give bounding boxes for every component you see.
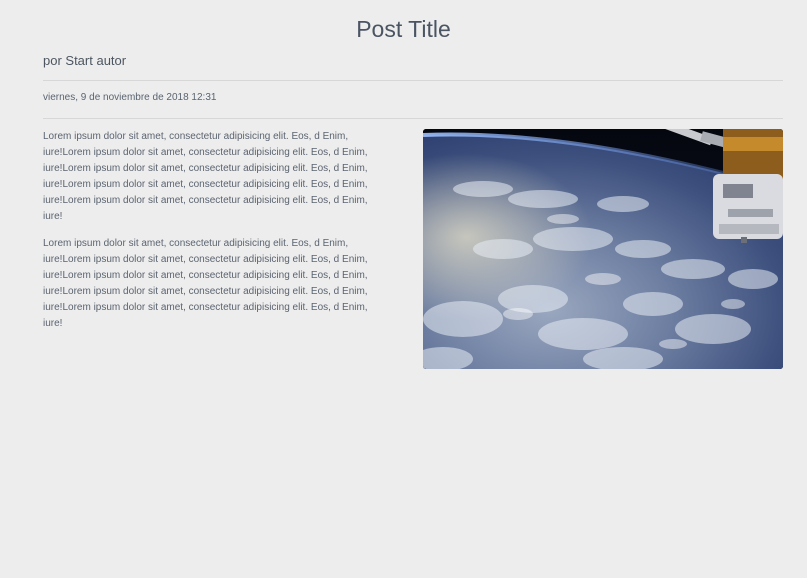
post-image	[423, 129, 783, 369]
post-author: por Start autor	[43, 53, 127, 68]
divider	[43, 80, 783, 81]
post-paragraph: Lorem ipsum dolor sit amet, consectetur …	[43, 238, 368, 329]
post-title: Post Title	[356, 16, 451, 42]
post-date: viernes, 9 de noviembre de 2018 12:31	[43, 92, 217, 103]
earth-photo	[423, 129, 783, 369]
post-page: Post Title por Start autor viernes, 9 de…	[0, 0, 807, 578]
divider	[43, 118, 783, 119]
post-paragraph: Lorem ipsum dolor sit amet, consectetur …	[43, 131, 368, 222]
post-body: Lorem ipsum dolor sit amet, consectetur …	[43, 129, 388, 343]
